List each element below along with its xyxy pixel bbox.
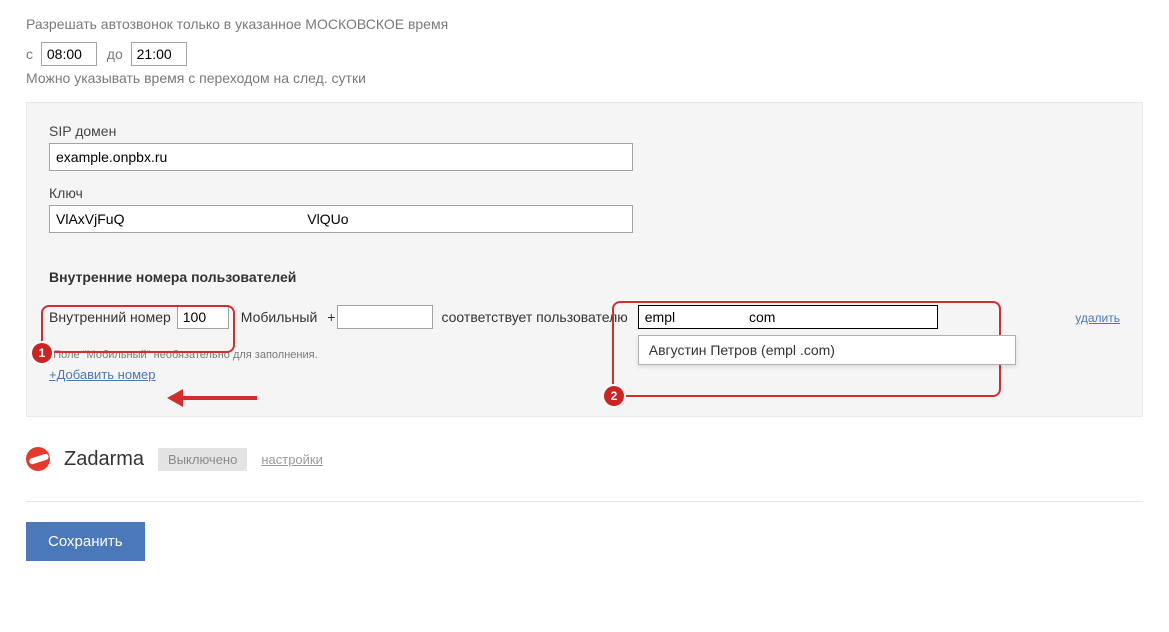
annotation-arrow (167, 391, 257, 405)
mobile-prefix: + (327, 309, 335, 325)
mobile-label: Мобильный (241, 309, 318, 325)
save-button[interactable]: Сохранить (26, 522, 145, 561)
extension-row: Внутренний номер Мобильный + соответству… (49, 305, 1120, 329)
add-number-link[interactable]: +Добавить номер (49, 367, 155, 382)
provider-row: Zadarma Выключено настройки (26, 447, 1143, 471)
ext-number-label: Внутренний номер (49, 309, 171, 325)
from-label: с (26, 46, 33, 62)
user-dropdown-option[interactable]: Августин Петров (empl .com) (638, 335, 1016, 365)
to-label: до (107, 46, 123, 62)
ext-number-input[interactable] (177, 305, 229, 329)
annotation-badge-1: 1 (32, 343, 52, 363)
sip-domain-input[interactable] (49, 143, 633, 171)
sip-key-label: Ключ (49, 185, 1120, 201)
autocall-hint: Можно указывать время с переходом на сле… (26, 70, 1143, 86)
autocall-time-row: с до (26, 42, 1143, 66)
time-to-input[interactable] (131, 42, 187, 66)
zadarma-logo-icon (26, 447, 50, 471)
sip-domain-label: SIP домен (49, 123, 1120, 139)
sip-key-input[interactable] (49, 205, 633, 233)
divider (26, 501, 1143, 502)
user-search-input[interactable] (638, 305, 938, 329)
annotation-badge-2: 2 (604, 386, 624, 406)
extensions-title: Внутренние номера пользователей (49, 269, 1120, 285)
autocall-title: Разрешать автозвонок только в указанное … (26, 16, 1143, 32)
match-label: соответствует пользователю (441, 309, 627, 325)
mobile-input[interactable] (337, 305, 433, 329)
provider-settings-link[interactable]: настройки (261, 452, 323, 467)
delete-link[interactable]: удалить (1075, 311, 1120, 325)
status-badge: Выключено (158, 448, 247, 471)
provider-name: Zadarma (64, 448, 144, 471)
time-from-input[interactable] (41, 42, 97, 66)
sip-config-block: SIP домен Ключ Внутренние номера пользов… (26, 102, 1143, 417)
